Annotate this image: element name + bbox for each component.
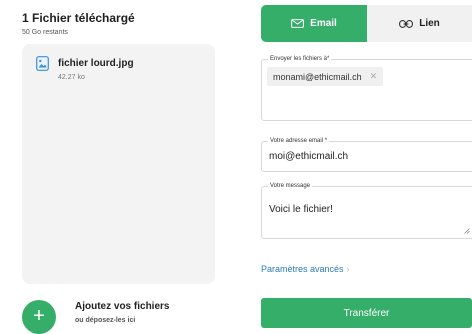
envelope-icon (291, 19, 305, 28)
message-label: Votre message (268, 182, 313, 190)
advanced-settings-label: Paramètres avancés (261, 264, 344, 274)
recipient-chip: monami@ethicmail.ch ✕ (267, 67, 384, 86)
advanced-settings-link[interactable]: Paramètres avancés › (261, 264, 350, 274)
tab-lien-label: Lien (419, 18, 440, 29)
tab-email[interactable]: Email (261, 5, 367, 42)
tab-email-label: Email (310, 18, 337, 29)
recipients-field[interactable]: Envoyer les fichiers à* monami@ethicmail… (261, 55, 472, 121)
message-field[interactable]: Votre message Voici le fichier! (261, 182, 472, 239)
sender-email-label: Votre adresse email * (268, 137, 330, 145)
recipient-email: monami@ethicmail.ch (273, 71, 362, 82)
file-name: fichier lourd.jpg (58, 58, 134, 69)
message-value: Voici le fichier! (269, 204, 333, 215)
transfer-button[interactable]: Transférer (261, 298, 472, 328)
transfer-button-label: Transférer (343, 307, 390, 319)
add-files-title[interactable]: Ajoutez vos fichiers (75, 301, 169, 312)
add-files-button[interactable]: + (22, 300, 56, 334)
remove-recipient-icon[interactable]: ✕ (370, 71, 378, 82)
mode-tabs: Email Lien (261, 5, 472, 42)
upload-title: 1 Fichier téléchargé (22, 11, 135, 25)
recipients-label: Envoyer les fichiers à* (268, 55, 332, 63)
tab-lien[interactable]: Lien (367, 5, 472, 42)
sender-email-value: moi@ethicmail.ch (269, 151, 349, 162)
file-list: fichier lourd.jpg 42.27 ko (22, 44, 215, 284)
plus-icon: + (33, 305, 45, 327)
remaining-space: 50 Go restants (22, 29, 68, 36)
file-size: 42.27 ko (58, 74, 85, 81)
drop-files-hint: ou déposez-les ici (75, 317, 136, 324)
upload-panel: 1 Fichier téléchargé 50 Go restants fich… (0, 0, 240, 334)
link-icon (399, 19, 414, 28)
resize-handle-icon[interactable] (464, 228, 470, 234)
chevron-right-icon: › (346, 264, 350, 274)
sender-email-field[interactable]: Votre adresse email * moi@ethicmail.ch (261, 137, 472, 172)
transfer-form: Email Lien Envoyer les fichiers à* monam… (261, 0, 472, 328)
image-file-icon (36, 56, 49, 71)
